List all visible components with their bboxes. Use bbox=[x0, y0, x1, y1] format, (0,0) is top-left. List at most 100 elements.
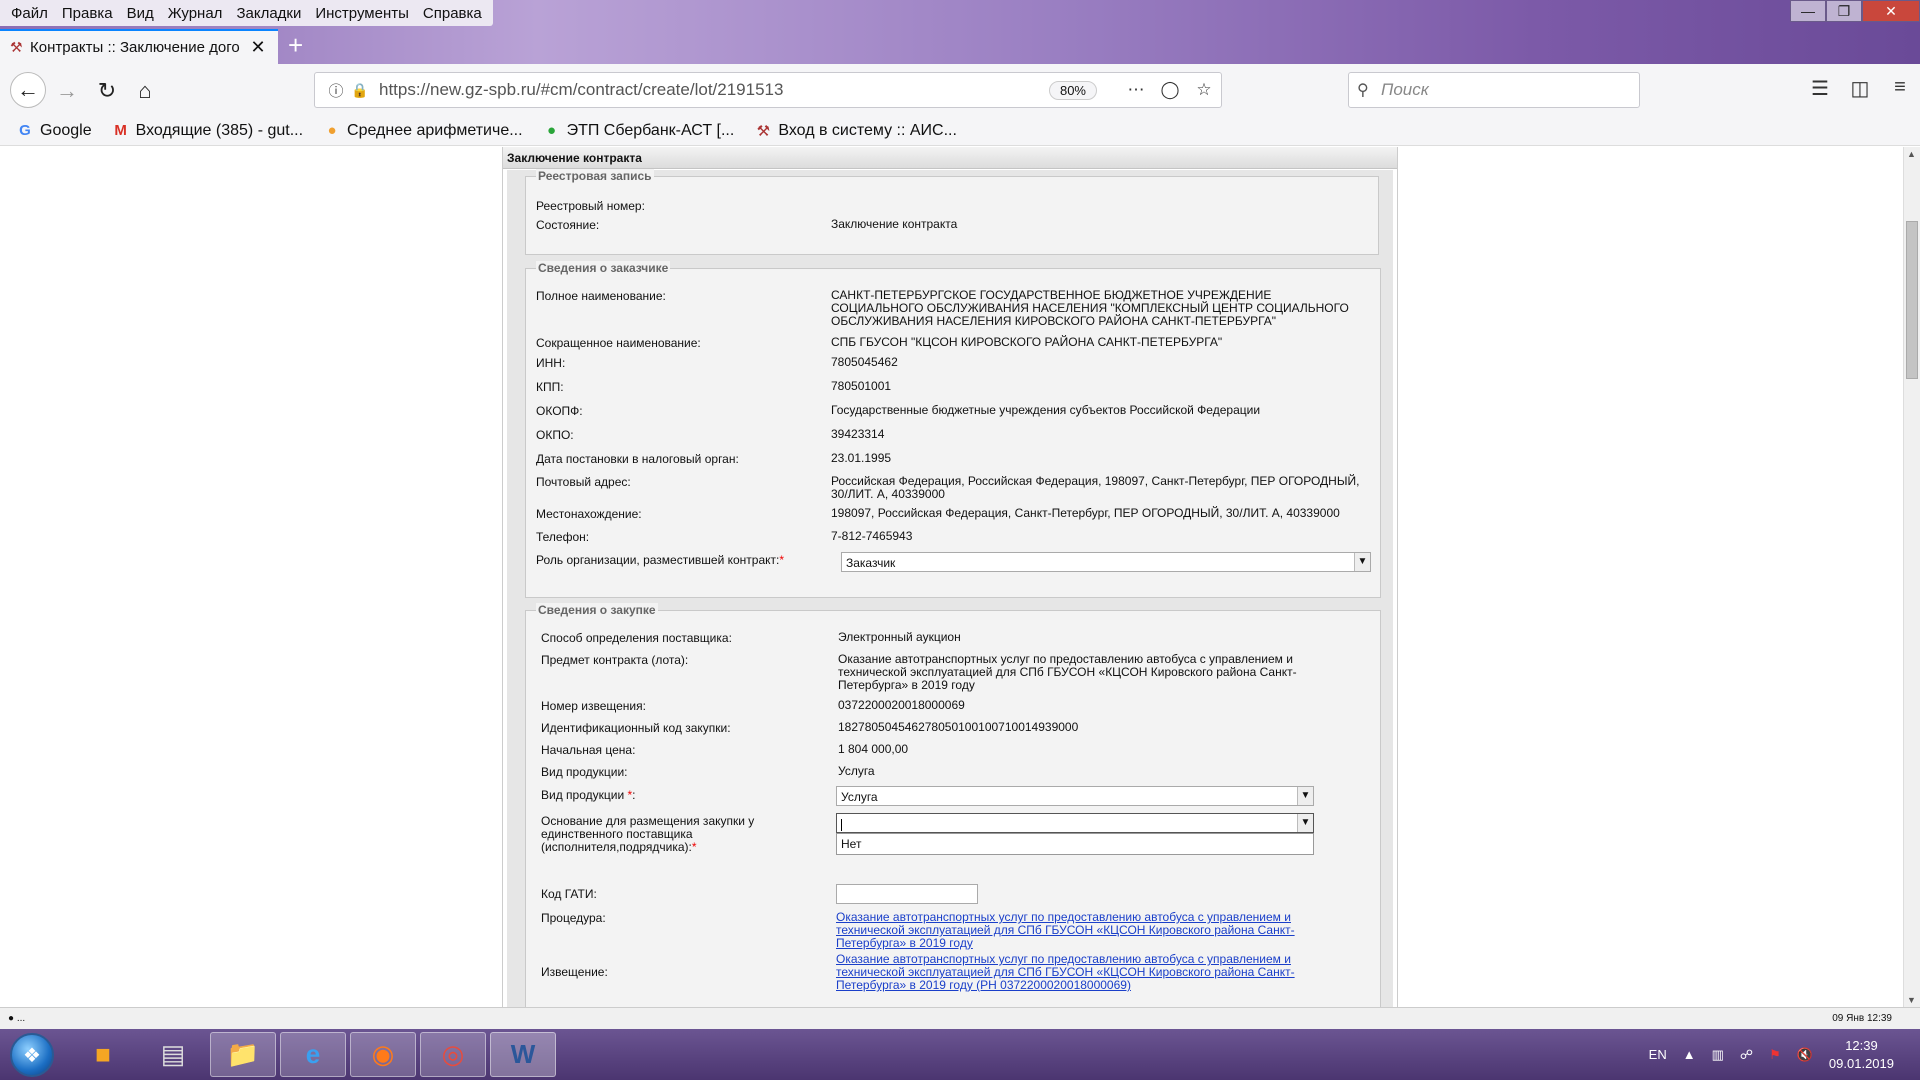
bookmark-label: ЭТП Сбербанк-АСТ [... bbox=[566, 121, 735, 139]
window-titlebar: Файл Правка Вид Журнал Закладки Инструме… bbox=[0, 0, 1920, 64]
notice-link[interactable]: Оказание автотранспортных услуг по предо… bbox=[836, 953, 1316, 992]
gati-input[interactable] bbox=[836, 884, 978, 904]
signal-icon[interactable]: ▥ bbox=[1712, 1047, 1724, 1063]
bookmark-ais[interactable]: ⚒ Вход в систему :: АИС... bbox=[752, 122, 957, 140]
close-tab-icon[interactable]: ✕ bbox=[248, 37, 268, 58]
scroll-down-icon[interactable]: ▼ bbox=[1907, 995, 1916, 1005]
field-value: СПБ ГБУСОН "КЦСОН КИРОВСКОГО РАЙОНА САНК… bbox=[831, 335, 1223, 349]
url-text[interactable]: https://new.gz-spb.ru/#cm/contract/creat… bbox=[379, 80, 1049, 100]
chevron-down-icon[interactable]: ▼ bbox=[1297, 814, 1313, 832]
status-right: 09 Янв 12:39 bbox=[1832, 1013, 1892, 1024]
clock[interactable]: 12:39 09.01.2019 bbox=[1829, 1037, 1894, 1073]
chevron-down-icon[interactable]: ▼ bbox=[1354, 553, 1370, 571]
minimize-button[interactable]: — bbox=[1790, 0, 1826, 22]
menu-tools[interactable]: Инструменты bbox=[308, 5, 416, 22]
volume-muted-icon[interactable]: 🔇 bbox=[1797, 1047, 1813, 1063]
new-tab-icon[interactable]: + bbox=[288, 30, 303, 61]
navigation-toolbar: ← → ↻ ⌂ ⓘ 🔒 https://new.gz-spb.ru/#cm/co… bbox=[0, 64, 1920, 116]
bookmark-label: Входящие (385) - gut... bbox=[135, 121, 304, 139]
firefox-icon[interactable]: ◉ bbox=[350, 1032, 416, 1077]
tray-expand-icon[interactable]: ▲ bbox=[1683, 1047, 1696, 1062]
purchase-fieldset: Сведения о закупке Способ определения по… bbox=[525, 603, 1381, 1007]
sidebar-icon[interactable]: ◫ bbox=[1840, 76, 1880, 101]
field-value: Электронный аукцион bbox=[838, 630, 961, 644]
field-value: Российская Федерация, Российская Федерац… bbox=[831, 474, 1360, 501]
start-button[interactable]: ❖ bbox=[10, 1033, 54, 1077]
status-left: ● ... bbox=[8, 1013, 26, 1024]
back-arrow-icon[interactable]: ← bbox=[10, 72, 46, 108]
bookmark-star-icon[interactable]: ☆ bbox=[1187, 80, 1221, 100]
pocket-icon[interactable]: ◯ bbox=[1153, 80, 1187, 100]
field-label: Способ определения поставщика: bbox=[541, 631, 732, 645]
chrome-icon[interactable]: ◎ bbox=[420, 1032, 486, 1077]
menu-help[interactable]: Справка bbox=[416, 5, 489, 22]
reload-icon[interactable]: ↻ bbox=[92, 76, 122, 106]
product-type-select[interactable]: Услуга ▼ bbox=[836, 786, 1314, 806]
zoom-level[interactable]: 80% bbox=[1048, 80, 1097, 100]
word-icon[interactable]: W bbox=[490, 1032, 556, 1077]
menu-bookmarks[interactable]: Закладки bbox=[229, 5, 308, 22]
field-label: Код ГАТИ: bbox=[541, 887, 597, 901]
app-launcher-icon[interactable]: ■ bbox=[70, 1032, 136, 1077]
lock-icon[interactable]: 🔒 bbox=[349, 82, 371, 99]
procedure-link[interactable]: Оказание автотранспортных услуг по предо… bbox=[836, 911, 1316, 950]
page-actions-icon[interactable]: ⋯ bbox=[1119, 80, 1153, 100]
field-value: 780501001 bbox=[831, 379, 892, 393]
product-type-select-value: Услуга bbox=[841, 790, 878, 804]
required-marker: * bbox=[691, 840, 697, 854]
internet-explorer-icon[interactable]: e bbox=[280, 1032, 346, 1077]
bookmark-average[interactable]: ● Среднее арифметиче... bbox=[321, 122, 523, 140]
panel-title: Заключение контракта bbox=[503, 147, 1397, 169]
close-window-button[interactable]: ✕ bbox=[1862, 0, 1920, 22]
menu-file[interactable]: Файл bbox=[4, 5, 55, 22]
info-icon[interactable]: ⓘ bbox=[323, 80, 349, 101]
field-label: ОКПО: bbox=[536, 428, 574, 442]
field-label: ИНН: bbox=[536, 356, 566, 370]
library-icon[interactable]: ☰ bbox=[1800, 76, 1840, 101]
forward-arrow-icon[interactable]: → bbox=[52, 76, 82, 106]
field-label: Идентификационный код закупки: bbox=[541, 721, 731, 735]
field-label: Извещение: bbox=[541, 965, 608, 979]
page-scrollbar[interactable]: ▲ ▼ bbox=[1903, 147, 1920, 1007]
system-tray: EN ▲ ▥ ☍ ⚑ 🔇 12:39 09.01.2019 bbox=[1641, 1029, 1920, 1080]
field-label: Предмет контракта (лота): bbox=[541, 653, 689, 667]
field-label: Дата постановки в налоговый орган: bbox=[536, 452, 739, 466]
field-label: Вид продукции *: bbox=[541, 788, 636, 802]
scrollbar-thumb[interactable] bbox=[1906, 221, 1918, 379]
flag-icon[interactable]: ⚑ bbox=[1769, 1047, 1781, 1063]
field-label: Номер извещения: bbox=[541, 699, 646, 713]
field-label: Реестровый номер: bbox=[536, 199, 645, 213]
site-favicon-icon: ⚒ bbox=[10, 39, 23, 55]
hamburger-menu-icon[interactable]: ≡ bbox=[1880, 76, 1920, 101]
scroll-up-icon[interactable]: ▲ bbox=[1907, 149, 1916, 159]
menu-history[interactable]: Журнал bbox=[161, 5, 230, 22]
field-value: Оказание автотранспортных услуг по предо… bbox=[838, 652, 1297, 692]
basis-select[interactable]: ▼ bbox=[836, 813, 1314, 833]
field-value: 39423314 bbox=[831, 427, 885, 441]
menu-view[interactable]: Вид bbox=[120, 5, 161, 22]
maximize-button[interactable]: ❐ bbox=[1826, 0, 1862, 22]
scanner-icon[interactable]: ▤ bbox=[140, 1032, 206, 1077]
bookmark-label: Google bbox=[40, 121, 92, 139]
option-label: Нет bbox=[841, 837, 862, 851]
chevron-down-icon[interactable]: ▼ bbox=[1297, 787, 1313, 805]
field-label: КПП: bbox=[536, 380, 564, 394]
basis-dropdown-option[interactable]: Нет bbox=[836, 833, 1314, 855]
right-toolbar: ☰ ◫ ≡ bbox=[1800, 76, 1920, 101]
network-icon[interactable]: ☍ bbox=[1740, 1047, 1753, 1063]
bookmark-sberbank[interactable]: ● ЭТП Сбербанк-АСТ [... bbox=[541, 121, 735, 140]
home-icon[interactable]: ⌂ bbox=[130, 76, 160, 106]
address-bar[interactable]: ⓘ 🔒 https://new.gz-spb.ru/#cm/contract/c… bbox=[314, 72, 1222, 108]
menu-edit[interactable]: Правка bbox=[55, 5, 120, 22]
registry-fieldset: Реестровая запись Реестровый номер: Сост… bbox=[525, 169, 1379, 255]
role-select[interactable]: Заказчик ▼ bbox=[841, 552, 1371, 572]
language-indicator[interactable]: EN bbox=[1649, 1047, 1667, 1062]
bookmark-label: Среднее арифметиче... bbox=[347, 121, 523, 139]
bookmark-google[interactable]: G Google bbox=[14, 121, 92, 140]
search-box[interactable]: ⚲ Поиск bbox=[1348, 72, 1640, 108]
bookmark-gmail[interactable]: M Входящие (385) - gut... bbox=[110, 122, 303, 140]
tab-active[interactable]: ⚒ Контракты :: Заключение дого ✕ bbox=[0, 29, 278, 64]
file-explorer-icon[interactable]: 📁 bbox=[210, 1032, 276, 1077]
field-value: Услуга bbox=[838, 764, 875, 778]
field-label: Состояние: bbox=[536, 218, 600, 232]
